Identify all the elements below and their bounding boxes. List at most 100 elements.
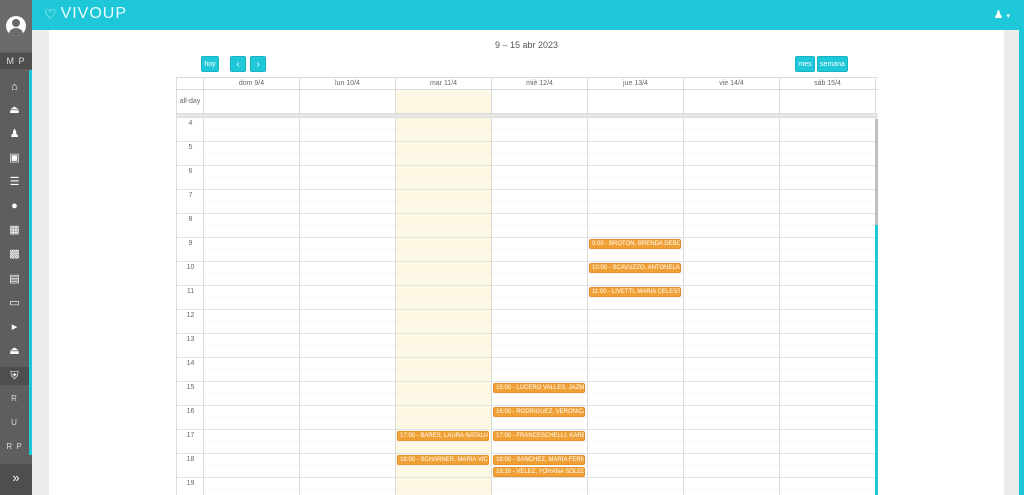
hour-row[interactable]: 8 <box>177 214 878 238</box>
building-icon[interactable]: ▩ <box>0 245 29 263</box>
half-hour-line <box>204 441 878 442</box>
hour-row[interactable]: 4 <box>177 118 878 142</box>
sidebar-letter-u[interactable]: U <box>0 415 29 431</box>
day-header[interactable]: mar 11/4 <box>396 78 492 90</box>
calendar-title: 9 – 15 abr 2023 <box>494 40 559 50</box>
heart-pulse-icon: ♡ <box>44 5 58 22</box>
hour-label: 18 <box>186 456 195 463</box>
monitor-icon[interactable]: ▭ <box>0 294 29 312</box>
half-hour-line <box>204 177 878 178</box>
address-card-icon[interactable]: ▣ <box>0 149 29 167</box>
hour-label: 5 <box>188 144 193 151</box>
calendar-event[interactable]: 17:00 - FRANCESCHELLI, KAREN <box>493 431 585 441</box>
calendar-event[interactable]: 18:00 - SCHARNER, MARIA VICTO <box>397 455 489 465</box>
contact-book-icon[interactable]: ▦ <box>0 221 29 239</box>
hour-row[interactable]: 7 <box>177 190 878 214</box>
logo-text: VIVOUP <box>60 5 128 22</box>
eject-icon-2[interactable]: ⏏ <box>0 342 29 360</box>
calendar-event[interactable]: 10:00 - SCAVUZZO, ANTONELA D <box>589 263 681 273</box>
avatar[interactable] <box>0 0 32 52</box>
calendar-event[interactable]: 18:00 - SANCHEZ, MARIA FERNA <box>493 455 585 465</box>
hour-label: 13 <box>186 336 195 343</box>
hour-row[interactable]: 11 <box>177 286 878 310</box>
double-chevron-right-icon[interactable]: » <box>0 464 32 495</box>
half-hour-line <box>204 153 878 154</box>
hour-row[interactable]: 13 <box>177 334 878 358</box>
hour-label: 9 <box>188 240 193 247</box>
hour-row[interactable]: 6 <box>177 166 878 190</box>
hour-label: 17 <box>186 432 195 439</box>
hour-row[interactable]: 9 <box>177 238 878 262</box>
day-header[interactable]: mié 12/4 <box>492 78 588 90</box>
hour-label: 10 <box>186 264 195 271</box>
hour-label: 15 <box>186 384 195 391</box>
half-hour-line <box>204 129 878 130</box>
scrollbar-thumb[interactable] <box>875 225 878 495</box>
calendar-event[interactable]: 9:00 - BROTON, BRENDA DEBORA <box>589 239 681 249</box>
half-hour-line <box>204 297 878 298</box>
half-hour-line <box>204 273 878 274</box>
hour-label: 4 <box>188 120 193 127</box>
caret-down-icon: ▾ <box>1006 13 1010 20</box>
week-grid: 4 5 6 7 8 9 10 11 12 13 14 15 16 17 18 19 9:00 - BROTON,… <box>176 77 878 495</box>
half-hour-line <box>204 393 878 394</box>
calendar-event[interactable]: 18:30 - VELEZ, YOHANA SOLEDA <box>493 467 585 477</box>
user-tie-icon[interactable]: ♟ <box>0 125 29 143</box>
day-header[interactable]: lun 10/4 <box>300 78 396 90</box>
sidebar-letter-rp[interactable]: R P <box>0 439 29 455</box>
hour-label: 14 <box>186 360 195 367</box>
hour-row[interactable]: 19 <box>177 478 878 495</box>
half-hour-line <box>204 369 878 370</box>
half-hour-line <box>204 417 878 418</box>
right-accent-bar <box>1019 30 1024 495</box>
next-button[interactable]: › <box>250 56 266 72</box>
alert-icon[interactable]: ● <box>0 197 29 215</box>
clipboard-icon[interactable]: ▤ <box>0 270 29 288</box>
half-hour-line <box>204 225 878 226</box>
shield-icon[interactable]: ⛨ <box>0 367 29 385</box>
calendar-event[interactable]: 16:00 - RODRIGUEZ, VERONICA E <box>493 407 585 417</box>
day-header[interactable]: jue 13/4 <box>588 78 684 90</box>
month-view-button[interactable]: mes <box>795 56 815 72</box>
hour-label: 8 <box>188 216 193 223</box>
hour-label: 12 <box>186 312 195 319</box>
user-initials: M P <box>0 53 32 69</box>
prev-button[interactable]: ‹ <box>230 56 246 72</box>
day-header[interactable]: vie 14/4 <box>684 78 780 90</box>
user-menu[interactable]: ♟ ▾ <box>994 8 1010 21</box>
hour-label: 7 <box>188 192 193 199</box>
allday-row: all-day <box>177 90 878 114</box>
sidebar: M P ⌂ ⏏ ♟ ▣ ☰ ● ▦ ▩ ▤ ▭ ▸ ⏏ ⛨ R U R P » <box>0 0 32 495</box>
hour-label: 6 <box>188 168 193 175</box>
hour-row[interactable]: 10 <box>177 262 878 286</box>
list-icon[interactable]: ☰ <box>0 173 29 191</box>
megaphone-icon[interactable]: ▸ <box>0 318 29 336</box>
calendar-event[interactable]: 17:00 - BARES, LAURA NATALIA <box>397 431 489 441</box>
user-icon: ♟ <box>993 9 1004 21</box>
sidebar-accent-bar <box>29 70 32 455</box>
sidebar-letter-r[interactable]: R <box>0 391 29 407</box>
hour-row[interactable]: 5 <box>177 142 878 166</box>
allday-divider <box>177 114 878 118</box>
half-hour-line <box>204 345 878 346</box>
hour-label: 16 <box>186 408 195 415</box>
day-header[interactable]: sáb 15/4 <box>780 78 876 90</box>
today-button[interactable]: hoy <box>201 56 219 72</box>
user-avatar-icon <box>6 16 26 36</box>
day-header[interactable]: dom 9/4 <box>204 78 300 90</box>
calendar-event[interactable]: 15:00 - LUCERO VALLES, JAZMIN <box>493 383 585 393</box>
half-hour-line <box>204 465 878 466</box>
hour-label: 11 <box>186 288 195 295</box>
half-hour-line <box>204 201 878 202</box>
hour-row[interactable]: 12 <box>177 310 878 334</box>
calendar-event[interactable]: 11:00 - LIVETTI, MARIA CELESTE <box>589 287 681 297</box>
logo[interactable]: ♡ VIVOUP <box>44 5 127 23</box>
home-icon[interactable]: ⌂ <box>0 78 29 96</box>
hour-row[interactable]: 14 <box>177 358 878 382</box>
week-view-button[interactable]: semana <box>817 56 848 72</box>
calendar-page: 9 – 15 abr 2023 hoy ‹ › mes semana 4 5 6 7 8… <box>49 30 1004 495</box>
half-hour-line <box>204 321 878 322</box>
half-hour-line <box>204 249 878 250</box>
eject-icon[interactable]: ⏏ <box>0 101 29 119</box>
topbar: ♡ VIVOUP ♟ ▾ <box>32 0 1024 30</box>
